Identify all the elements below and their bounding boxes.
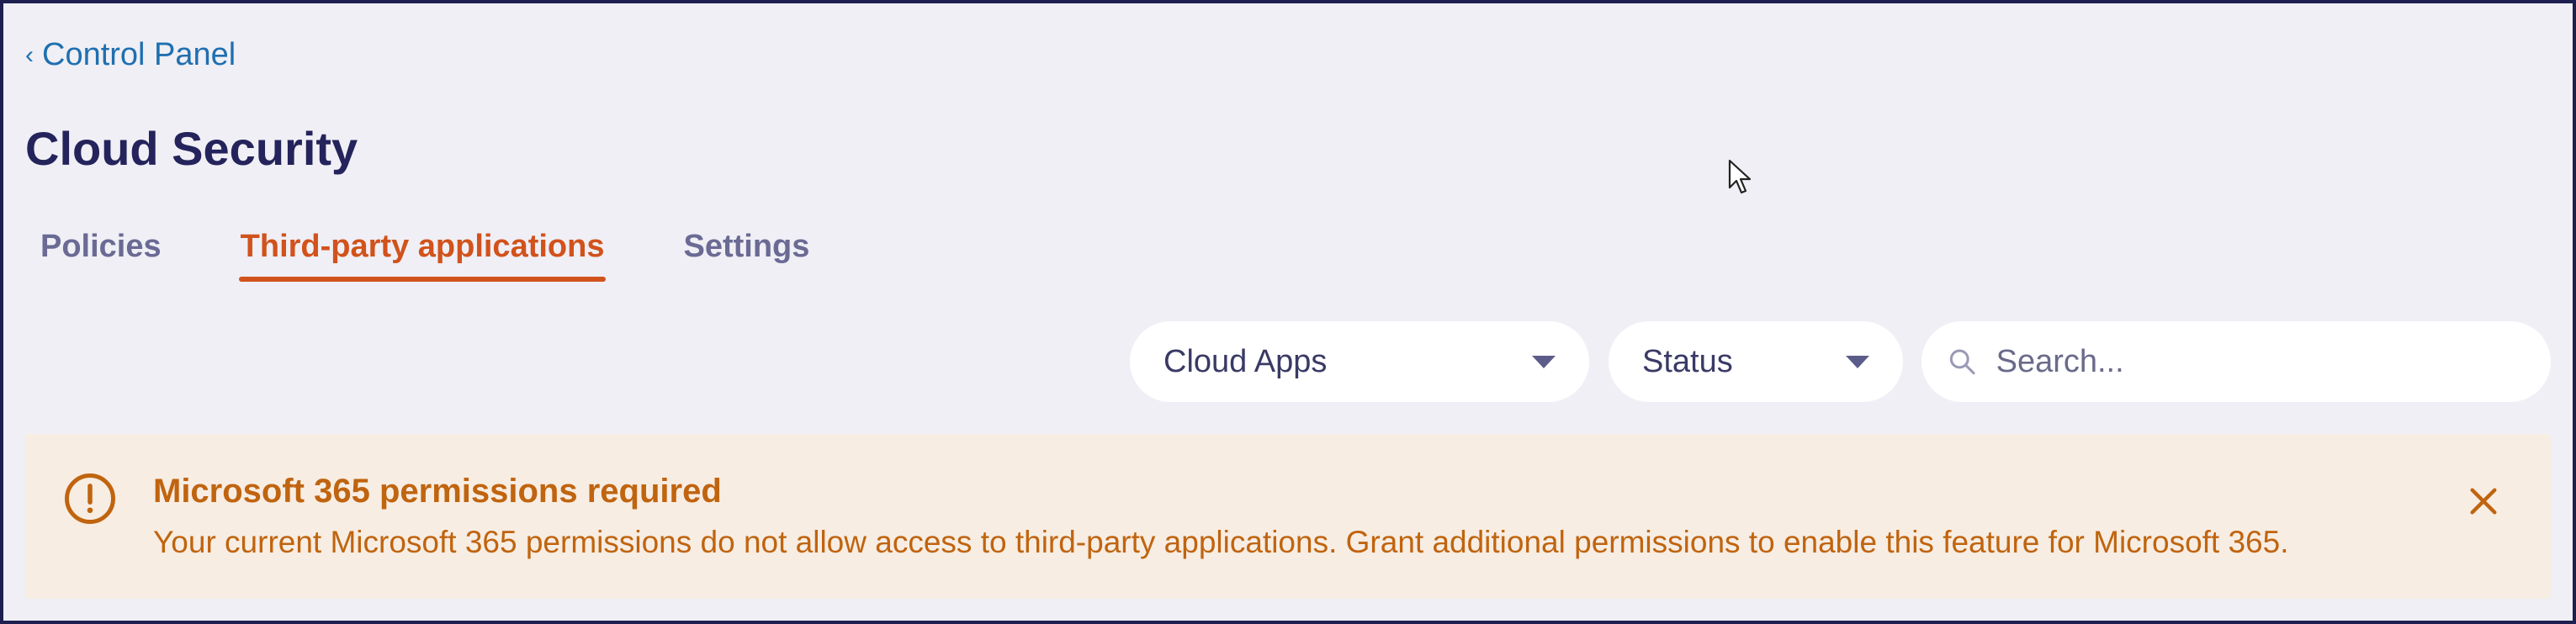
close-icon[interactable] (2467, 484, 2500, 518)
cloud-apps-value: Cloud Apps (1163, 343, 1328, 379)
mouse-cursor-icon (1728, 159, 1752, 194)
search-icon (1949, 349, 1975, 375)
search-box[interactable] (1921, 321, 2551, 402)
caret-down-icon (1846, 355, 1869, 368)
tab-policies[interactable]: Policies (25, 214, 177, 288)
search-input[interactable] (1996, 343, 2526, 380)
alert-title: Microsoft 365 permissions required (153, 473, 722, 510)
tab-settings[interactable]: Settings (668, 214, 824, 288)
permissions-alert: Microsoft 365 permissions required Your … (25, 434, 2551, 599)
tab-bar: Policies Third-party applications Settin… (25, 214, 873, 288)
page-frame: ‹ Control Panel Cloud Security Policies … (3, 3, 2573, 621)
tab-third-party-applications[interactable]: Third-party applications (225, 214, 620, 288)
status-dropdown[interactable]: Status (1609, 321, 1903, 402)
page-title: Cloud Security (25, 122, 358, 175)
status-value: Status (1642, 343, 1733, 379)
alert-circle-icon (65, 473, 115, 524)
breadcrumb-link[interactable]: Control Panel (42, 37, 236, 73)
cloud-apps-dropdown[interactable]: Cloud Apps (1130, 321, 1589, 402)
chevron-left-icon: ‹ (25, 40, 34, 69)
caret-down-icon (1532, 355, 1556, 368)
breadcrumb[interactable]: ‹ Control Panel (25, 37, 236, 73)
alert-message: Your current Microsoft 365 permissions d… (153, 525, 2289, 559)
